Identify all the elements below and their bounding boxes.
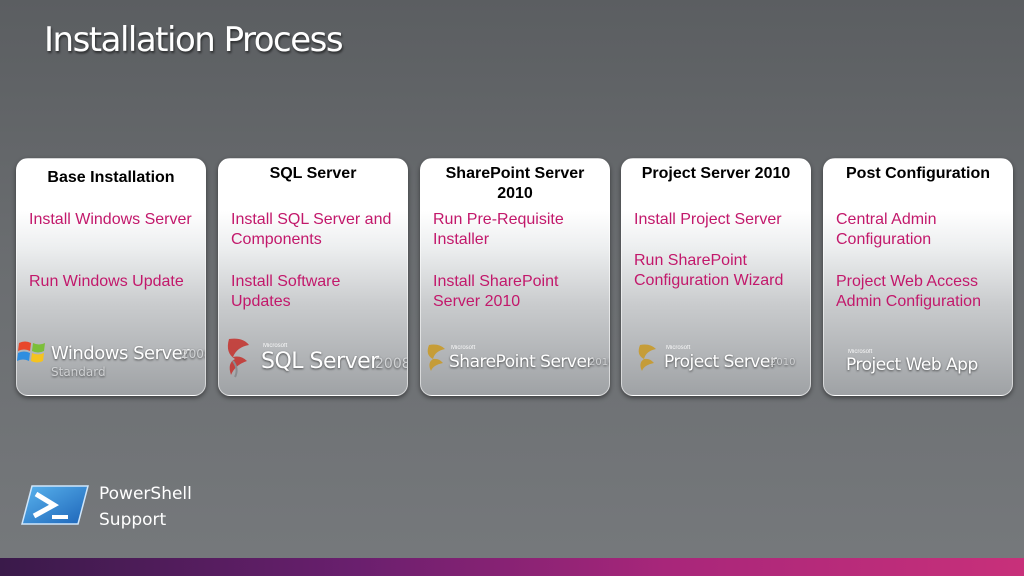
project-server-icon [638,344,656,371]
step-install-project-server: Install Project Server [634,211,782,228]
bottom-accent-bar [0,558,1024,576]
step-central-admin-configuration: Central Admin Configuration [836,211,937,248]
logo-suffix: 2008 [181,347,205,361]
card-title: Base Installation [47,169,175,186]
card-project-server: Project Server 2010 Install Project Serv… [621,158,811,396]
card-post-configuration: Post Configuration Central Admin Configu… [823,158,1013,396]
sql-server-logo: Microsoft SQL Server 2008 [223,335,408,385]
logo-brand: Project Web App [846,355,978,375]
slide-title: Installation Process [44,20,344,60]
card-title: Project Server 2010 [641,165,791,182]
step-project-web-access-admin-configuration: Project Web Access Admin Configuration [836,273,981,310]
step-run-windows-update: Run Windows Update [29,273,184,290]
card-sharepoint-server: SharePoint Server 2010 Run Pre-Requisite… [420,158,610,396]
step-run-prerequisite-installer: Run Pre-Requisite Installer [433,211,564,248]
card-base-installation: Base Installation Install Windows Server… [16,158,206,396]
step-install-software-updates: Install Software Updates [231,273,341,310]
powershell-support-label: PowerShell Support [99,481,192,533]
sharepoint-icon [427,344,445,371]
logo-brand: SharePoint Server [449,352,593,372]
card-title: SharePoint Server 2010 [445,165,585,202]
card-title: Post Configuration [846,165,990,182]
logo-brand: SQL Server [261,349,379,374]
logo-sub: Standard [51,365,106,379]
windows-server-logo: Windows Server 2008 Standard [17,335,205,385]
logo-brand: Project Server [664,352,777,372]
card-title: SQL Server [269,165,357,182]
powershell-icon [21,485,89,525]
logo-prefix: Microsoft [666,345,691,351]
logo-suffix: 2008 [375,356,408,372]
project-server-logo: Microsoft Project Server 2010 [626,335,808,385]
project-web-app-logo: Microsoft Project Web App [828,335,1010,385]
sharepoint-server-logo: Microsoft SharePoint Server 2010 [425,335,609,385]
windows-flag-icon [17,341,45,363]
powershell-label-line2: Support [99,510,167,530]
logo-suffix: 2010 [589,357,609,368]
step-run-sharepoint-configuration-wizard: Run SharePoint Configuration Wizard [634,252,784,289]
card-sql-server: SQL Server Install SQL Server and Compon… [218,158,408,396]
sql-server-icon [227,338,249,378]
logo-brand: Windows Server [51,343,190,364]
step-install-sql-server: Install SQL Server and Components [231,211,392,248]
logo-prefix: Microsoft [451,345,476,351]
step-install-sharepoint: Install SharePoint Server 2010 [433,273,559,310]
step-install-windows-server: Install Windows Server [29,211,192,228]
logo-suffix: 2010 [770,357,796,368]
powershell-label-line1: PowerShell [99,484,192,504]
